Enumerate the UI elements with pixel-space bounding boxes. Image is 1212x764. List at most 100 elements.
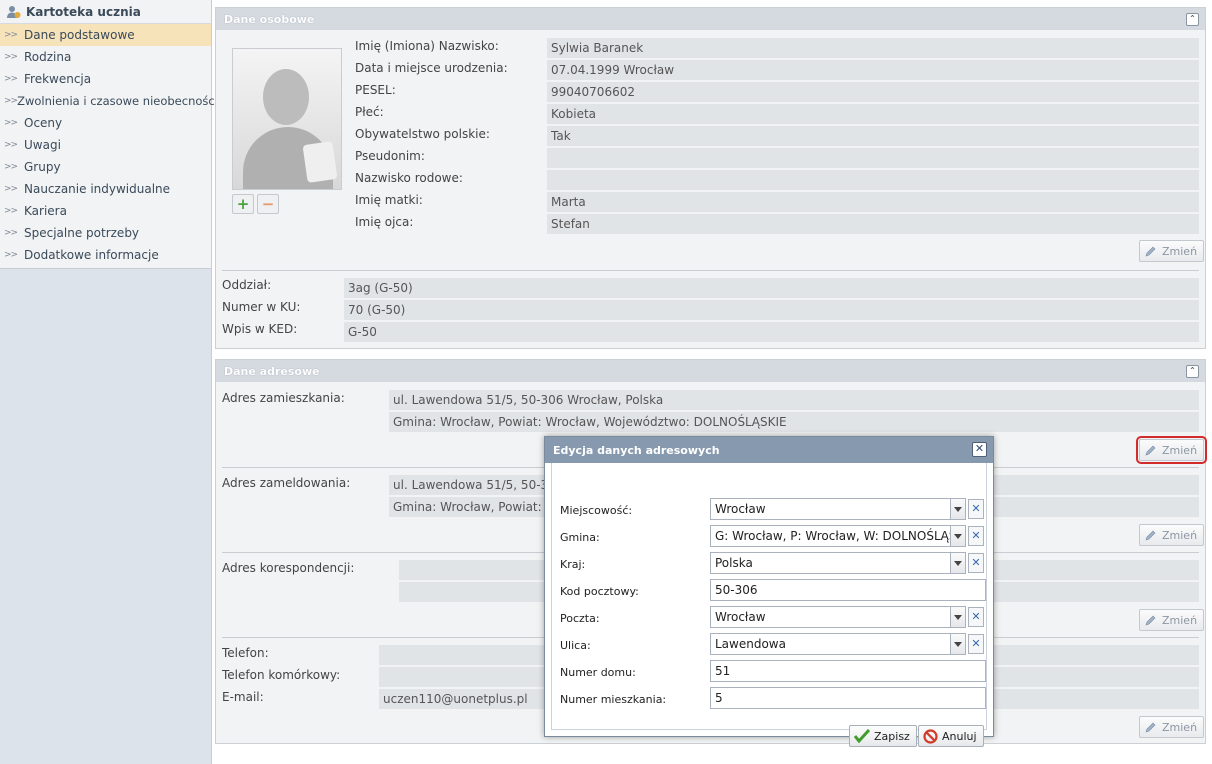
- sidebar-item-uwagi[interactable]: >> Uwagi: [0, 134, 211, 156]
- sidebar-item-label: Nauczanie indywidualne: [24, 182, 171, 196]
- sidebar-item-kariera[interactable]: >> Kariera: [0, 200, 211, 222]
- email-label: E-mail:: [222, 690, 264, 704]
- street-label: Ulica:: [560, 639, 591, 652]
- pencil-icon: [1145, 246, 1156, 257]
- student-card-icon: [6, 4, 21, 19]
- chevron-right-icon: >>: [4, 228, 18, 238]
- post-office-value: Wrocław: [715, 610, 766, 624]
- clear-commune-icon[interactable]: ✕: [968, 526, 984, 546]
- sidebar-item-label: Dodatkowe informacje: [24, 248, 159, 262]
- apartment-number-input[interactable]: 5: [710, 687, 986, 709]
- postal-code-input[interactable]: 50-306: [710, 579, 986, 601]
- sidebar-item-dane-podstawowe[interactable]: >> Dane podstawowe: [0, 24, 211, 46]
- button-label: Zmień: [1162, 244, 1198, 258]
- country-value: Polska: [715, 556, 753, 570]
- add-photo-button[interactable]: +: [232, 194, 254, 214]
- country-label: Kraj:: [560, 558, 586, 571]
- pencil-icon: [1145, 615, 1156, 626]
- post-office-combobox[interactable]: Wrocław: [710, 606, 966, 628]
- sidebar-item-label: Uwagi: [24, 138, 61, 152]
- sidebar-item-label: Kariera: [24, 204, 67, 218]
- field-value: 99040706602: [547, 82, 1199, 102]
- field-label: Imię matki:: [355, 193, 423, 207]
- street-value: Lawendowa: [715, 637, 786, 651]
- sidebar-item-zwolnienia[interactable]: >> Zwolnienia i czasowe nieobecności: [0, 90, 218, 112]
- sidebar-item-oceny[interactable]: >> Oceny: [0, 112, 211, 134]
- field-value: Marta: [547, 192, 1199, 212]
- field-label: Numer w KU:: [222, 300, 301, 314]
- panel-title: Dane adresowe: [224, 364, 320, 378]
- field-value: 07.04.1999 Wrocław: [547, 60, 1199, 80]
- clear-street-icon[interactable]: ✕: [968, 634, 984, 654]
- field-label: Oddział:: [222, 278, 272, 292]
- edit-correspondence-button[interactable]: Zmień: [1139, 609, 1205, 631]
- button-label: Zmień: [1162, 528, 1198, 542]
- chevron-down-icon[interactable]: [950, 526, 965, 546]
- field-label: Wpis w KED:: [222, 322, 298, 336]
- clear-city-icon[interactable]: ✕: [968, 499, 984, 519]
- collapse-icon[interactable]: ⌃: [1186, 13, 1199, 26]
- field-value: 3ag (G-50): [344, 278, 1199, 298]
- field-label: Obywatelstwo polskie:: [355, 127, 490, 141]
- sidebar-item-label: Zwolnienia i czasowe nieobecności: [17, 94, 218, 108]
- registered-label: Adres zameldowania:: [222, 476, 351, 490]
- checkmark-icon: [854, 729, 870, 743]
- sidebar-item-dodatkowe-informacje[interactable]: >> Dodatkowe informacje: [0, 244, 211, 266]
- pencil-icon: [1145, 722, 1156, 733]
- clear-country-icon[interactable]: ✕: [968, 553, 984, 573]
- sidebar-item-frekwencja[interactable]: >> Frekwencja: [0, 68, 211, 90]
- clear-post-office-icon[interactable]: ✕: [968, 607, 984, 627]
- sidebar-item-label: Oceny: [24, 116, 63, 130]
- edit-contact-button[interactable]: Zmień: [1139, 716, 1205, 738]
- dialog-body: Miejscowość: Wrocław ✕ Gmina: G: Wrocław…: [551, 463, 987, 747]
- close-icon[interactable]: ✕: [972, 442, 987, 457]
- button-label: Anuluj: [942, 729, 977, 743]
- commune-combobox[interactable]: G: Wrocław, P: Wrocław, W: DOLNOŚLĄSKIE: [710, 525, 966, 547]
- sidebar-item-label: Frekwencja: [24, 72, 92, 86]
- sidebar: Kartoteka ucznia >> Dane podstawowe >> Rod…: [0, 0, 218, 764]
- country-combobox[interactable]: Polska: [710, 552, 966, 574]
- edit-residence-button[interactable]: Zmień: [1135, 436, 1208, 464]
- sidebar-item-label: Grupy: [24, 160, 61, 174]
- personal-data-panel: Dane osobowe ⌃ + − Imię (Imiona) Nazwisk…: [215, 7, 1206, 349]
- chevron-right-icon: >>: [4, 184, 18, 194]
- sidebar-item-label: Specjalne potrzeby: [24, 226, 140, 240]
- remove-photo-button[interactable]: −: [257, 194, 279, 214]
- student-photo: [232, 48, 342, 190]
- field-value: [547, 148, 1199, 168]
- field-label: Data i miejsce urodzenia:: [355, 61, 508, 75]
- city-value: Wrocław: [715, 502, 766, 516]
- sidebar-item-label: Dane podstawowe: [24, 28, 135, 42]
- edit-personal-button[interactable]: Zmień: [1139, 240, 1205, 262]
- edit-registered-button[interactable]: Zmień: [1139, 524, 1205, 546]
- mobile-label: Telefon komórkowy:: [222, 668, 341, 682]
- house-number-input[interactable]: 51: [710, 660, 986, 682]
- cancel-icon: [923, 728, 938, 744]
- sidebar-item-nauczanie-indywidualne[interactable]: >> Nauczanie indywidualne: [0, 178, 211, 200]
- chevron-down-icon[interactable]: [950, 634, 965, 654]
- sidebar-item-rodzina[interactable]: >> Rodzina: [0, 46, 211, 68]
- pencil-icon: [1145, 530, 1156, 541]
- chevron-down-icon[interactable]: [950, 553, 965, 573]
- sidebar-item-grupy[interactable]: >> Grupy: [0, 156, 211, 178]
- chevron-down-icon[interactable]: [950, 499, 965, 519]
- phone-label: Telefon:: [222, 646, 269, 660]
- collapse-icon[interactable]: ⌃: [1186, 365, 1199, 378]
- field-value: 70 (G-50): [344, 300, 1199, 320]
- street-combobox[interactable]: Lawendowa: [710, 633, 966, 655]
- chevron-right-icon: >>: [4, 74, 18, 84]
- city-combobox[interactable]: Wrocław: [710, 498, 966, 520]
- cancel-button[interactable]: Anuluj: [918, 725, 984, 747]
- sidebar-item-specjalne-potrzeby[interactable]: >> Specjalne potrzeby: [0, 222, 211, 244]
- field-label: Imię ojca:: [355, 215, 414, 229]
- address-edit-dialog: Edycja danych adresowych ✕ Miejscowość: …: [544, 436, 994, 747]
- save-button[interactable]: Zapisz: [849, 725, 917, 747]
- sidebar-panel: Kartoteka ucznia >> Dane podstawowe >> Rod…: [0, 0, 218, 269]
- post-office-label: Poczta:: [560, 612, 600, 625]
- address-data-header: Dane adresowe ⌃: [216, 360, 1205, 382]
- chevron-right-icon: >>: [4, 96, 18, 106]
- field-label: PESEL:: [355, 83, 396, 97]
- chevron-down-icon[interactable]: [950, 607, 965, 627]
- field-label: Nazwisko rodowe:: [355, 171, 463, 185]
- residence-label: Adres zamieszkania:: [222, 391, 345, 405]
